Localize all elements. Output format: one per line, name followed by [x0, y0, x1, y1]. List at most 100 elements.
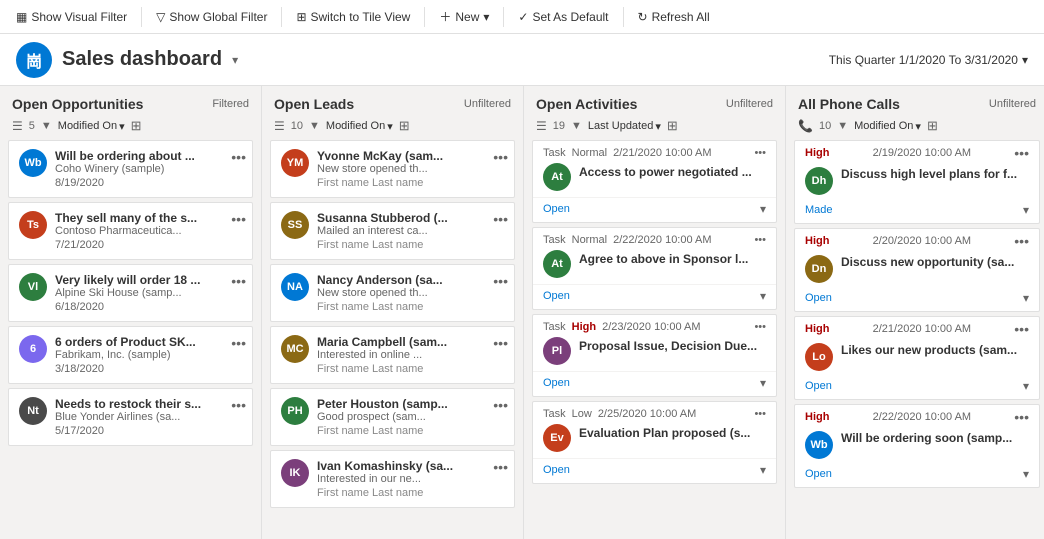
opp-card-2[interactable]: Vl Very likely will order 18 ... Alpine … [8, 264, 253, 322]
activity-card-2[interactable]: Task High 2/23/2020 10:00 AM ••• Pl Prop… [532, 314, 777, 397]
open-leads-list: YM Yvonne McKay (sam... New store opened… [262, 140, 523, 539]
new-label: New [455, 10, 479, 24]
opp-card-0[interactable]: Wb Will be ordering about ... Coho Winer… [8, 140, 253, 198]
call-card-1[interactable]: High 2/20/2020 10:00 AM ••• Dn Discuss n… [794, 228, 1040, 312]
act-subject-0: Access to power negotiated ... [579, 165, 752, 179]
leads-card-name-2: Nancy Anderson (sa... [317, 273, 504, 287]
title-chevron-icon[interactable]: ▾ [232, 53, 238, 67]
divider-3 [424, 7, 425, 27]
leads-card-3[interactable]: MC Maria Campbell (sam... Interested in … [270, 326, 515, 384]
leads-card-sub-0: New store opened th... [317, 163, 504, 175]
call-chevron-1[interactable]: ▾ [1023, 291, 1029, 305]
leads-card-1[interactable]: SS Susanna Stubberod (... Mailed an inte… [270, 202, 515, 260]
call-more-1[interactable]: ••• [1014, 233, 1029, 249]
call-card-2[interactable]: High 2/21/2020 10:00 AM ••• Lo Likes our… [794, 316, 1040, 400]
opp-sort-label[interactable]: Modified On ▾ [58, 120, 125, 133]
leads-card-content-4: Peter Houston (samp... Good prospect (sa… [317, 397, 504, 437]
opp-card-content-3: 6 orders of Product SK... Fabrikam, Inc.… [55, 335, 242, 375]
leads-card-more-3[interactable]: ••• [493, 335, 508, 351]
opp-card-date-3: 3/18/2020 [55, 363, 242, 375]
opp-card-3[interactable]: 6 6 orders of Product SK... Fabrikam, In… [8, 326, 253, 384]
switch-to-tile-view-button[interactable]: ⊞ Switch to Tile View [288, 6, 418, 28]
opp-count-down-icon: ▼ [41, 120, 52, 132]
call-more-2[interactable]: ••• [1014, 321, 1029, 337]
opp-card-sub-1: Contoso Pharmaceutica... [55, 225, 242, 237]
opp-card-more-4[interactable]: ••• [231, 397, 246, 413]
act-subject-2: Proposal Issue, Decision Due... [579, 339, 757, 353]
refresh-icon: ↻ [638, 10, 648, 24]
act-chevron-0[interactable]: ▾ [760, 202, 766, 216]
leads-card-more-4[interactable]: ••• [493, 397, 508, 413]
act-datetime-2: 2/23/2020 10:00 AM [602, 321, 700, 333]
show-visual-filter-button[interactable]: ▦ Show Visual Filter [8, 6, 135, 28]
act-chevron-1[interactable]: ▾ [760, 289, 766, 303]
calls-sort-label[interactable]: Modified On ▾ [854, 120, 921, 133]
leads-card-0[interactable]: YM Yvonne McKay (sam... New store opened… [270, 140, 515, 198]
call-chevron-3[interactable]: ▾ [1023, 467, 1029, 481]
opp-card-more-3[interactable]: ••• [231, 335, 246, 351]
app-logo: 崗 [16, 42, 52, 78]
new-button[interactable]: ＋ New ▾ [431, 4, 497, 29]
opp-card-sub-2: Alpine Ski House (samp... [55, 287, 242, 299]
leads-card-sub-1: Mailed an interest ca... [317, 225, 504, 237]
leads-card-sub-3: Interested in online ... [317, 349, 504, 361]
opp-card-content-1: They sell many of the s... Contoso Pharm… [55, 211, 242, 251]
act-status-2: Open [543, 377, 570, 389]
act-chevron-2[interactable]: ▾ [760, 376, 766, 390]
call-card-0[interactable]: High 2/19/2020 10:00 AM ••• Dh Discuss h… [794, 140, 1040, 224]
act-chevron-3[interactable]: ▾ [760, 463, 766, 477]
opp-filter-button[interactable]: ⊞ [131, 118, 142, 134]
leads-filter-button[interactable]: ⊞ [399, 118, 410, 134]
leads-card-more-2[interactable]: ••• [493, 273, 508, 289]
leads-card-name-3: Maria Campbell (sam... [317, 335, 504, 349]
leads-card-more-1[interactable]: ••• [493, 211, 508, 227]
call-avatar-2: Lo [805, 343, 833, 371]
act-avatar-0: At [543, 163, 571, 191]
activity-card-1[interactable]: Task Normal 2/22/2020 10:00 AM ••• At Ag… [532, 227, 777, 310]
leads-card-sub-2: New store opened th... [317, 287, 504, 299]
call-status-0: Made [805, 204, 833, 216]
activity-card-0[interactable]: Task Normal 2/21/2020 10:00 AM ••• At Ac… [532, 140, 777, 223]
divider-2 [281, 7, 282, 27]
act-type-3: Task [543, 408, 566, 420]
date-chevron-icon[interactable]: ▾ [1022, 53, 1028, 67]
call-chevron-0[interactable]: ▾ [1023, 203, 1029, 217]
calls-filter-button[interactable]: ⊞ [927, 118, 938, 134]
set-as-default-button[interactable]: ✓ Set As Default [510, 6, 616, 28]
call-chevron-2[interactable]: ▾ [1023, 379, 1029, 393]
leads-count: 10 [291, 120, 303, 132]
opp-card-more-2[interactable]: ••• [231, 273, 246, 289]
checkmark-icon: ✓ [518, 10, 528, 24]
act-more-0[interactable]: ••• [754, 147, 766, 159]
open-activities-header: Open Activities Unfiltered ☰ 19 ▼ Last U… [524, 86, 785, 140]
leads-card-4[interactable]: PH Peter Houston (samp... Good prospect … [270, 388, 515, 446]
act-more-2[interactable]: ••• [754, 321, 766, 333]
opp-card-date-4: 5/17/2020 [55, 425, 242, 437]
act-filter-button[interactable]: ⊞ [667, 118, 678, 134]
opp-card-more-1[interactable]: ••• [231, 211, 246, 227]
call-more-3[interactable]: ••• [1014, 409, 1029, 425]
show-global-filter-button[interactable]: ▽ Show Global Filter [148, 6, 275, 28]
opp-card-1[interactable]: Ts They sell many of the s... Contoso Ph… [8, 202, 253, 260]
leads-card-more-5[interactable]: ••• [493, 459, 508, 475]
call-more-0[interactable]: ••• [1014, 145, 1029, 161]
leads-card-sub-4: Good prospect (sam... [317, 411, 504, 423]
leads-sort-label[interactable]: Modified On ▾ [326, 120, 393, 133]
refresh-all-button[interactable]: ↻ Refresh All [630, 6, 718, 28]
call-avatar-0: Dh [805, 167, 833, 195]
act-more-3[interactable]: ••• [754, 408, 766, 420]
leads-card-meta-1: First name Last name [317, 239, 504, 251]
opp-sort-icon: ☰ [12, 119, 23, 133]
leads-card-5[interactable]: IK Ivan Komashinsky (sa... Interested in… [270, 450, 515, 508]
opp-card-more-0[interactable]: ••• [231, 149, 246, 165]
activity-card-3[interactable]: Task Low 2/25/2020 10:00 AM ••• Ev Evalu… [532, 401, 777, 484]
act-more-1[interactable]: ••• [754, 234, 766, 246]
opp-card-4[interactable]: Nt Needs to restock their s... Blue Yond… [8, 388, 253, 446]
call-avatar-3: Wb [805, 431, 833, 459]
act-sort-label[interactable]: Last Updated ▾ [588, 120, 661, 133]
leads-avatar-3: MC [281, 335, 309, 363]
leads-avatar-0: YM [281, 149, 309, 177]
call-card-3[interactable]: High 2/22/2020 10:00 AM ••• Wb Will be o… [794, 404, 1040, 488]
leads-card-2[interactable]: NA Nancy Anderson (sa... New store opene… [270, 264, 515, 322]
leads-card-more-0[interactable]: ••• [493, 149, 508, 165]
